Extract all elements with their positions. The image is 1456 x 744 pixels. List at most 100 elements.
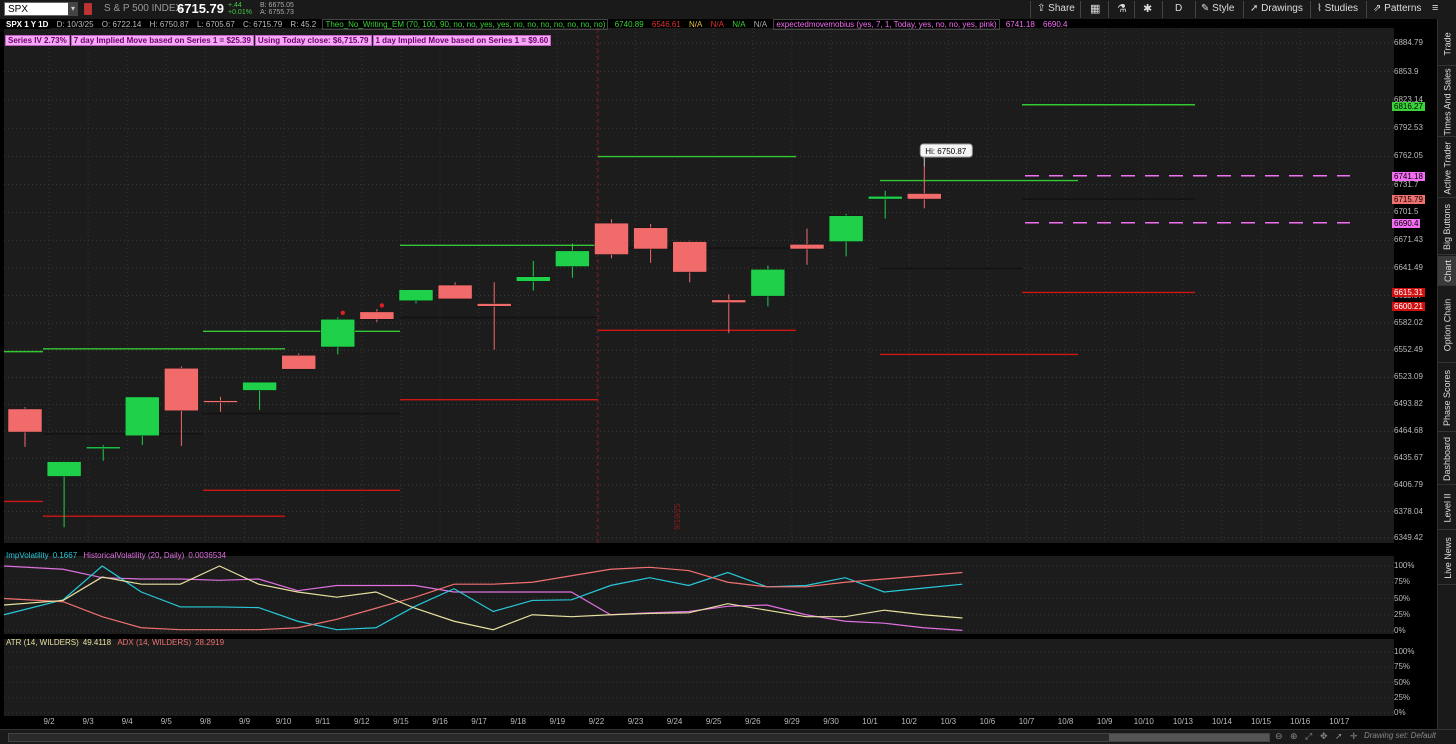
adx-line bbox=[3, 566, 963, 631]
series-iv-label: Series IV 2.73% bbox=[5, 35, 70, 46]
price-axis[interactable]: 6884.79 6853.9 6823.14 6792.53 6762.05 6731.7… bbox=[1392, 0, 1437, 729]
date-tick-label: 10/10 bbox=[1133, 717, 1154, 726]
study1-label[interactable]: Theo_No_Writing_EM (70, 100, 90, no, no,… bbox=[322, 19, 609, 30]
sidebar-tab-level-ii[interactable]: Level II bbox=[1438, 486, 1456, 530]
impvol-label[interactable]: ImpVolatility bbox=[4, 551, 51, 560]
price-tick-label: 6435.67 bbox=[1394, 453, 1423, 463]
candle bbox=[828, 213, 864, 257]
chart-title: SPX 1 Y 1D bbox=[4, 20, 51, 29]
price-tick-label: 6884.79 bbox=[1394, 38, 1423, 47]
date-tick-label: 9/2 bbox=[43, 717, 55, 726]
date-tick-label: 9/19 bbox=[549, 717, 566, 726]
sidebar-tab-dashboard[interactable]: Dashboard bbox=[1438, 433, 1456, 485]
sidebar-tab-times-and-sales[interactable]: Times And Sales bbox=[1438, 67, 1456, 137]
price-tick-label: 6641.49 bbox=[1394, 262, 1423, 272]
sidebar-tab-active-trader[interactable]: Active Trader bbox=[1438, 138, 1456, 198]
adx-label[interactable]: ADX (14, WILDERS) bbox=[115, 638, 193, 647]
atr-value: 49.4118 bbox=[82, 638, 112, 647]
sidebar-tab-label: Level II bbox=[1442, 492, 1453, 523]
bottom-bar: ⊖ ⊕ ⤢ ✥ ➚ ✛ Drawing set: Default bbox=[0, 729, 1456, 744]
price-tick-label: 6349.42 bbox=[1394, 533, 1423, 542]
horizontal-scrollbar[interactable] bbox=[8, 733, 1270, 742]
cursor-icon[interactable]: ➚ bbox=[1335, 731, 1343, 742]
sidebar-tab-option-chain[interactable]: Option Chain bbox=[1438, 287, 1456, 363]
chart-canvas: 9/19/25 Hi: 6750.87 bbox=[3, 28, 1394, 714]
scrollbar-thumb[interactable] bbox=[1109, 734, 1269, 741]
status-low: L: 6705.67 bbox=[197, 20, 235, 29]
candle-body bbox=[828, 215, 864, 242]
candle-body bbox=[594, 222, 629, 255]
sidebar-tab-big-buttons[interactable]: Big Buttons bbox=[1438, 199, 1456, 255]
candle-body bbox=[125, 396, 160, 437]
date-tick-label: 10/14 bbox=[1211, 717, 1233, 726]
study-na-1: N/A bbox=[689, 20, 703, 29]
zoom-in-icon[interactable]: ⊕ bbox=[1290, 731, 1298, 742]
volatility-chart bbox=[3, 565, 1394, 632]
sidebar-tab-chart[interactable]: Chart bbox=[1438, 256, 1456, 286]
date-tick-label: 9/11 bbox=[315, 717, 331, 726]
date-tick-label: 10/7 bbox=[1018, 717, 1035, 726]
expand-icon[interactable]: ⤢ bbox=[1305, 731, 1312, 742]
candle bbox=[867, 190, 903, 219]
date-tick-label: 10/1 bbox=[862, 717, 878, 726]
atr-label[interactable]: ATR (14, WILDERS) bbox=[4, 638, 81, 647]
status-range: R: 45.2 bbox=[290, 20, 317, 29]
date-axis[interactable]: 9/2 9/3 9/4 9/5 9/8 9/9 9/10 9/11 9/12 9/15 9/16 9/… bbox=[4, 716, 1394, 728]
candle bbox=[555, 243, 590, 278]
price-tag: 6741.18 bbox=[1392, 171, 1425, 181]
candle bbox=[907, 166, 942, 209]
adx-value: 28.2919 bbox=[195, 638, 225, 647]
candle-body bbox=[633, 227, 668, 250]
candle-body bbox=[907, 193, 942, 200]
price-tick-label: 6493.82 bbox=[1394, 399, 1423, 409]
candle-body bbox=[359, 311, 395, 320]
price-tick-label: 6378.04 bbox=[1394, 506, 1423, 516]
candle-body bbox=[7, 408, 43, 433]
zoom-out-icon[interactable]: ⊖ bbox=[1275, 731, 1283, 742]
price-tag: 6690.4 bbox=[1392, 218, 1421, 228]
expected-move-lines bbox=[4, 104, 1195, 517]
sidebar-tab-label: Active Trader bbox=[1442, 140, 1453, 195]
date-tick-label: 10/6 bbox=[979, 717, 996, 726]
candle-body bbox=[242, 381, 277, 391]
date-tick-label: 10/8 bbox=[1057, 717, 1074, 726]
one-day-move-label: 1 day Implied Move based on Series 1 = $… bbox=[372, 35, 552, 46]
histvol-label[interactable]: HistoricalVolatility (20, Daily) bbox=[81, 551, 186, 560]
seven-day-move-label: 7 day Implied Move based on Series 1 = $… bbox=[70, 35, 254, 46]
percent-tick-label: 0% bbox=[1394, 626, 1406, 635]
crosshair-icon[interactable]: ✛ bbox=[1350, 731, 1358, 742]
percent-tick-label: 75% bbox=[1394, 577, 1411, 587]
price-tag: 6715.79 bbox=[1392, 195, 1425, 205]
status-high: H: 6750.87 bbox=[149, 20, 189, 29]
candle bbox=[359, 309, 395, 323]
date-tick-label: 9/15 bbox=[393, 717, 409, 726]
sidebar-tab-trade[interactable]: Trade bbox=[1438, 22, 1456, 66]
date-tick-label: 9/10 bbox=[275, 717, 292, 726]
implied-volatility-line bbox=[3, 565, 963, 631]
date-tick-label: 9/8 bbox=[199, 717, 211, 726]
percent-tick-label: 0% bbox=[1394, 708, 1406, 717]
date-tick-label: 9/3 bbox=[82, 717, 94, 726]
date-marker-label: 9/19/25 bbox=[673, 503, 682, 530]
sidebar-tab-live-news[interactable]: Live News bbox=[1438, 531, 1456, 585]
high-annotation: Hi: 6750.87 bbox=[919, 143, 973, 167]
date-tick-label: 9/24 bbox=[666, 717, 683, 726]
study2-label[interactable]: expectedmovemobius (yes, 7, 1, Today, ye… bbox=[773, 19, 1000, 30]
sidebar-tab-label: Option Chain bbox=[1442, 298, 1453, 351]
price-tag: 6816.27 bbox=[1392, 102, 1425, 112]
candle-body bbox=[516, 276, 551, 282]
pan-icon[interactable]: ✥ bbox=[1320, 731, 1328, 742]
signal-dot bbox=[340, 310, 345, 315]
price-tag: 6615.31 bbox=[1392, 288, 1425, 298]
price-tick-label: 6582.02 bbox=[1394, 317, 1423, 327]
close-used-label: Using Today close: $6,715.79 bbox=[254, 35, 372, 46]
candle bbox=[516, 261, 551, 291]
study-na-2: N/A bbox=[710, 20, 724, 29]
sidebar-tab-phase-scores[interactable]: Phase Scores bbox=[1438, 364, 1456, 432]
signal-dot bbox=[379, 303, 385, 308]
price-tick-label: 6731.7 bbox=[1394, 179, 1419, 189]
status-open: O: 6722.14 bbox=[101, 20, 142, 29]
date-tick-label: 9/22 bbox=[588, 717, 605, 726]
impvol-value: 0.1667 bbox=[52, 551, 78, 560]
percent-tick-label: 75% bbox=[1394, 662, 1411, 672]
